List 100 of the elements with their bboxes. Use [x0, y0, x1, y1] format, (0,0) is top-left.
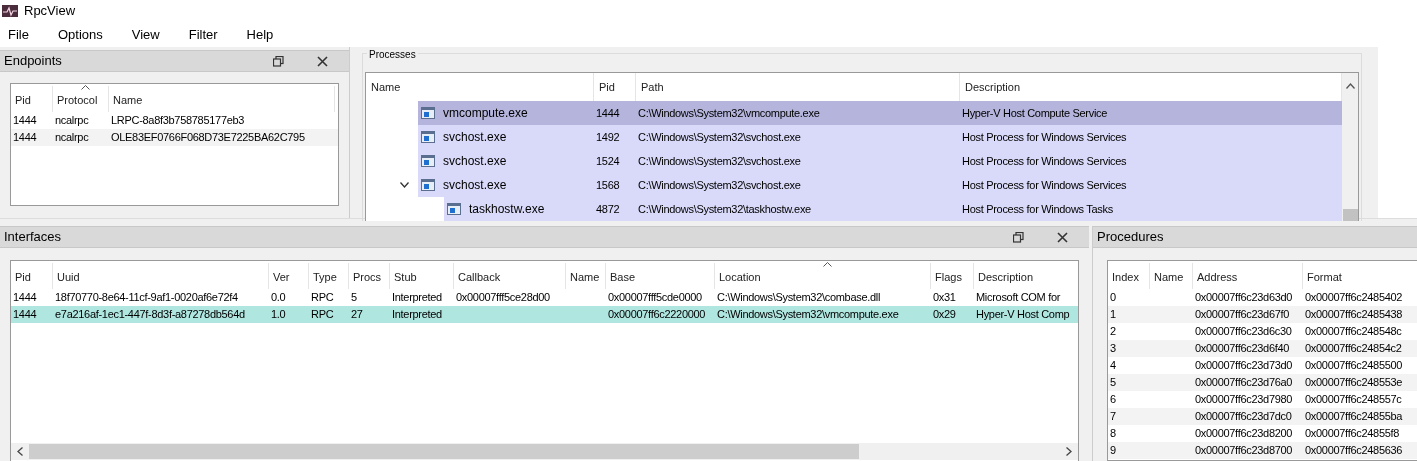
- table-cell: 0x00007ff6c23d7980: [1195, 393, 1293, 406]
- table-cell: 0x00007ff6c248553e: [1305, 376, 1403, 389]
- table-cell: 0: [1110, 291, 1116, 304]
- table-cell: Host Process for Windows Tasks: [962, 202, 1113, 215]
- window-icon: [421, 155, 435, 167]
- table-cell: 0x00007ff6c2220000: [608, 308, 706, 321]
- table-cell: Host Process for Windows Services: [962, 154, 1127, 167]
- table-cell: 0x00007fff5cde0000: [608, 291, 702, 304]
- process-row[interactable]: svchost.exe 1568 C:\Windows\System32\svchost.exe Host Process for Windows Services: [418, 173, 1342, 197]
- table-row[interactable]: 3 0x00007ff6c23d6f40 0x00007ff6c24854c2: [1108, 340, 1417, 357]
- table-cell: 0x00007ff6c23d63d0: [1195, 291, 1293, 304]
- table-cell: C:\Windows\System32\taskhostw.exe: [638, 202, 811, 215]
- table-cell: 1444: [596, 106, 620, 119]
- table-cell: 1444: [13, 308, 37, 321]
- table-row[interactable]: 1 0x00007ff6c23d67f0 0x00007ff6c2485438: [1108, 306, 1417, 323]
- table-cell: 0x31: [933, 291, 956, 304]
- table-cell: 5: [351, 291, 357, 304]
- restore-icon[interactable]: [273, 55, 284, 67]
- table-cell: 6: [1110, 393, 1116, 406]
- table-cell: 0x00007ff6c2485438: [1305, 308, 1403, 321]
- table-cell: 7: [1110, 410, 1116, 423]
- sort-caret-icon: [822, 262, 832, 267]
- restore-icon[interactable]: [1013, 231, 1024, 243]
- table-cell: Interpreted: [392, 308, 442, 321]
- scroll-thumb[interactable]: [1343, 209, 1358, 221]
- table-row[interactable]: 9 0x00007ff6c23d8700 0x00007ff6c2485636: [1108, 442, 1417, 459]
- process-row[interactable]: taskhostw.exe 4872 C:\Windows\System32\taskhostw.exe Host Process for Windows Tasks: [444, 197, 1342, 221]
- vertical-scrollbar[interactable]: [1342, 73, 1358, 221]
- scroll-up-icon[interactable]: [1346, 83, 1355, 89]
- window-icon: [421, 131, 435, 143]
- scroll-right-icon[interactable]: [1066, 447, 1072, 456]
- table-cell: 0.0: [271, 291, 286, 304]
- table-cell: 9: [1110, 444, 1116, 457]
- table-row[interactable]: 7 0x00007ff6c23d7dc0 0x00007ff6c24855ba: [1108, 408, 1417, 425]
- table-cell: 3: [1110, 342, 1116, 355]
- sort-caret-icon: [80, 85, 90, 90]
- process-row[interactable]: vmcompute.exe 1444 C:\Windows\System32\vmcompute.exe Hyper-V Host Compute Service: [418, 101, 1342, 125]
- table-cell: 0x00007ff6c24855ba: [1305, 410, 1403, 423]
- table-cell: 0x00007ff6c23d73d0: [1195, 359, 1293, 372]
- table-cell: 0x00007ff6c23d6c30: [1195, 325, 1292, 338]
- process-row[interactable]: svchost.exe 1524 C:\Windows\System32\svchost.exe Host Process for Windows Services: [418, 149, 1342, 173]
- table-row[interactable]: 5 0x00007ff6c23d76a0 0x00007ff6c248553e: [1108, 374, 1417, 391]
- table-cell: LRPC-8a8f3b758785177eb3: [111, 114, 245, 127]
- table-cell: 1444: [13, 114, 37, 127]
- menu-item[interactable]: File: [2, 24, 35, 45]
- window-title: RpcView: [24, 2, 76, 21]
- process-row[interactable]: svchost.exe 1492 C:\Windows\System32\svchost.exe Host Process for Windows Services: [418, 125, 1342, 149]
- table-cell: 1568: [596, 178, 620, 191]
- table-cell: 27: [351, 308, 363, 321]
- table-cell: 0x00007ff6c2485500: [1305, 359, 1403, 372]
- table-cell: 0x00007ff6c24855f8: [1305, 427, 1400, 440]
- chevron-down-icon[interactable]: [400, 182, 409, 188]
- table-cell: 5: [1110, 376, 1116, 389]
- table-cell: 8: [1110, 427, 1116, 440]
- table-cell: 1444: [13, 291, 37, 304]
- table-cell: Microsoft COM for: [976, 291, 1061, 304]
- table-cell: 4872: [596, 202, 620, 215]
- table-cell: 0x00007ff6c23d8200: [1195, 427, 1293, 440]
- menu-item[interactable]: Options: [51, 24, 109, 45]
- menu-item[interactable]: View: [125, 24, 166, 45]
- table-cell: Host Process for Windows Services: [962, 178, 1127, 191]
- table-cell: Host Process for Windows Services: [962, 130, 1127, 143]
- table-cell: 1: [1110, 308, 1116, 321]
- table-cell-text: vmcompute.exe: [443, 105, 528, 122]
- menu-item[interactable]: Filter: [182, 24, 224, 45]
- table-cell: ncalrpc: [55, 114, 89, 127]
- table-cell: 0x00007fff5ce28d00: [456, 291, 550, 304]
- menu-item[interactable]: Help: [240, 24, 280, 45]
- table-cell: 0x00007ff6c23d6f40: [1195, 342, 1290, 355]
- table-cell: Hyper-V Host Compute Service: [962, 106, 1108, 119]
- window-icon: [421, 179, 435, 191]
- table-cell: 4: [1110, 359, 1116, 372]
- table-cell-text: taskhostw.exe: [469, 201, 545, 218]
- table-cell: RPC: [311, 308, 334, 321]
- table-cell: 0x00007ff6c248548c: [1305, 325, 1402, 338]
- table-cell: C:\Windows\System32\vmcompute.exe: [717, 308, 899, 321]
- close-icon[interactable]: [317, 55, 328, 67]
- table-cell: C:\Windows\System32\svchost.exe: [638, 130, 801, 143]
- table-cell: 1.0: [271, 308, 286, 321]
- table-cell: OLE83EF0766F068D73E7225BA62C795: [111, 131, 305, 144]
- horizontal-scrollbar[interactable]: [11, 443, 1078, 460]
- table-cell: 0x00007ff6c23d76a0: [1195, 376, 1293, 389]
- panel-title: Interfaces: [4, 228, 63, 247]
- panel-title: Endpoints: [4, 52, 63, 71]
- table-cell-text: svchost.exe: [443, 129, 507, 146]
- table-cell: 1492: [596, 130, 620, 143]
- table-row[interactable]: 1444 e7a216af-1ec1-447f-8d3f-a87278db564d 1.0 RPC 27 Interpreted 0x00007ff6c2220000 C:\Windows\System32\vmcompute.exe 0x29 Hyper-V Host Comp: [11, 306, 1078, 323]
- table-cell: Hyper-V Host Comp: [976, 308, 1070, 321]
- scroll-left-icon[interactable]: [17, 447, 23, 456]
- table-cell: Interpreted: [392, 291, 442, 304]
- table-cell: 2: [1110, 325, 1116, 338]
- scroll-thumb[interactable]: [29, 444, 859, 459]
- table-cell: C:\Windows\System32\vmcompute.exe: [638, 106, 820, 119]
- close-icon[interactable]: [1057, 231, 1068, 243]
- table-row[interactable]: 1444 ncalrpc OLE83EF0766F068D73E7225BA62C795: [11, 129, 338, 146]
- window-icon: [447, 203, 461, 215]
- panel-title: Procedures: [1097, 228, 1165, 247]
- table-cell: 0x29: [933, 308, 956, 321]
- table-cell-text: svchost.exe: [443, 177, 507, 194]
- app-icon: [2, 5, 18, 17]
